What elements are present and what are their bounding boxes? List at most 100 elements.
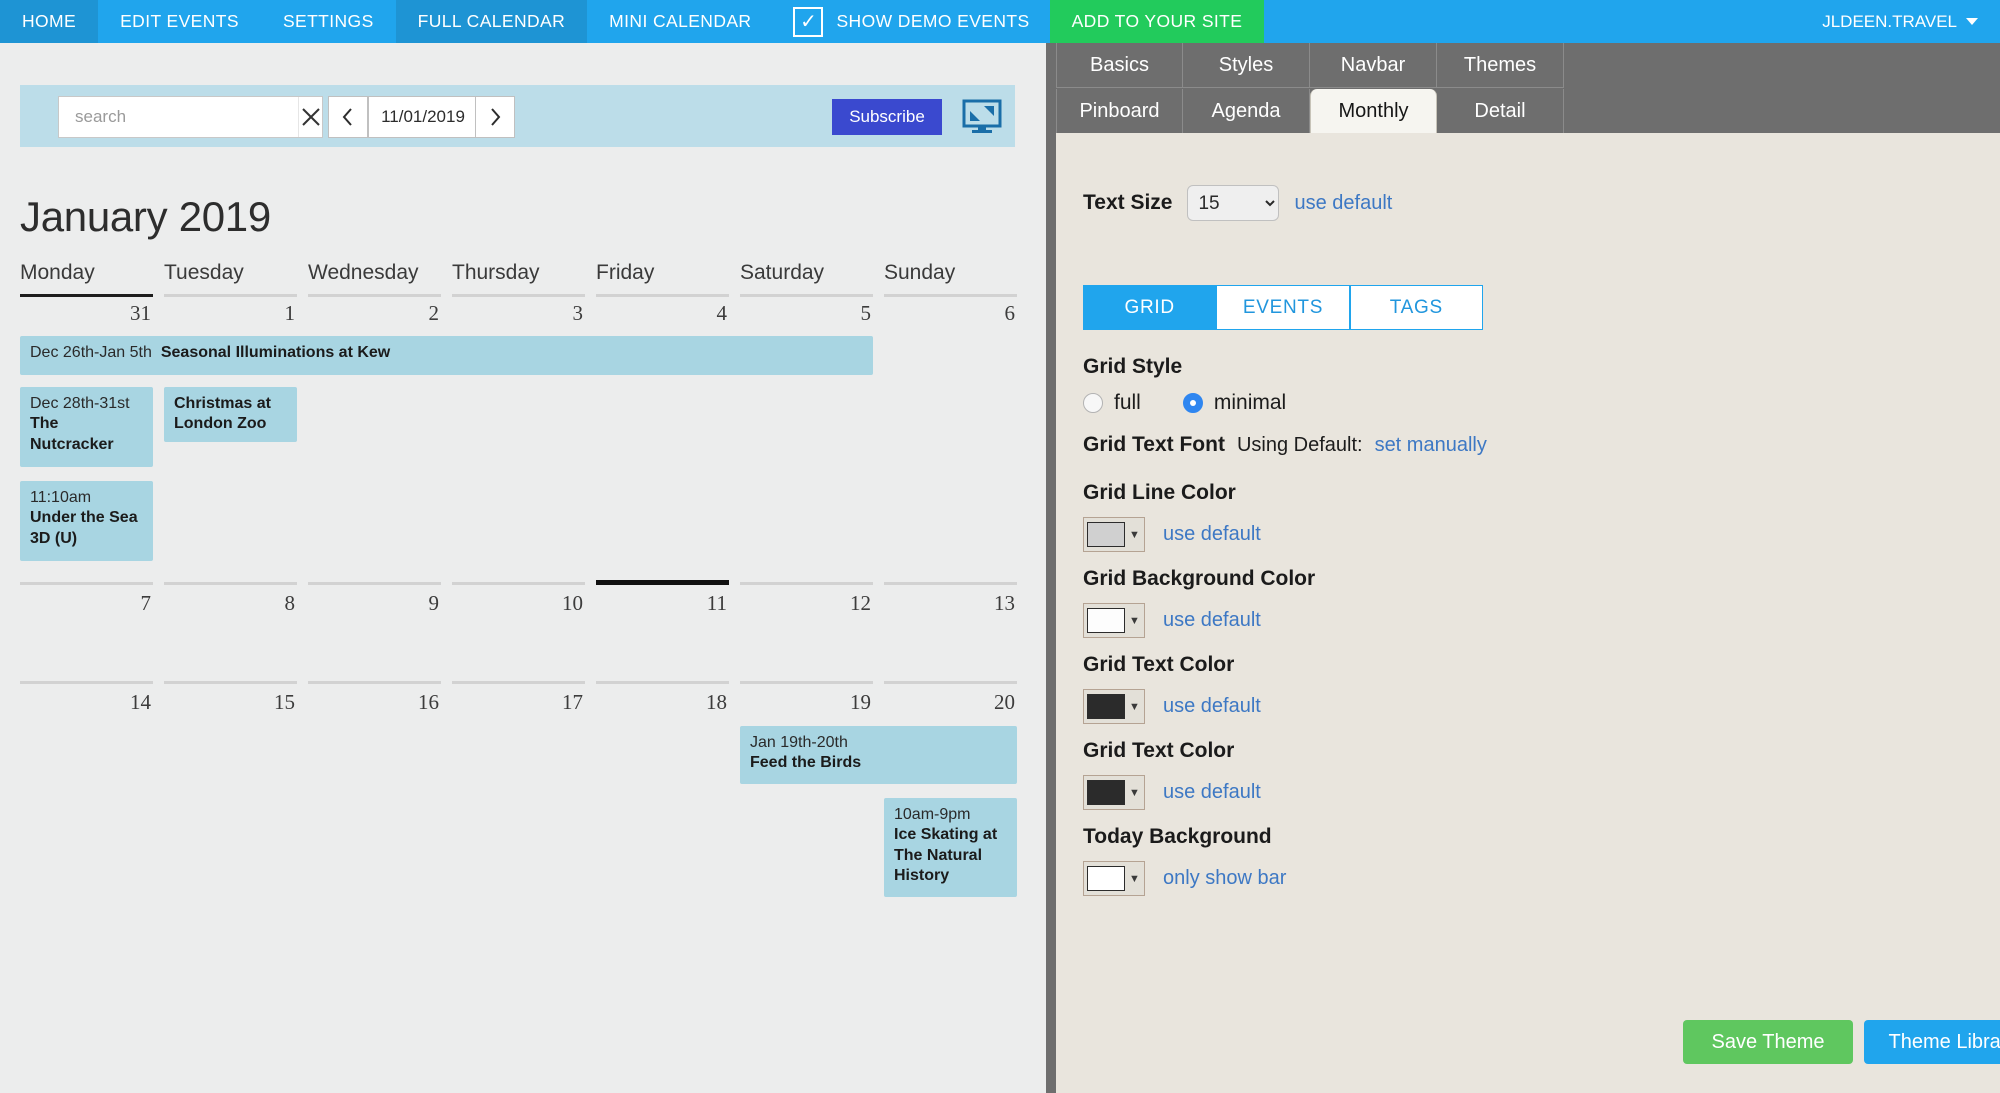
nav-item-edit-events[interactable]: EDIT EVENTS <box>98 0 261 43</box>
segment-tags[interactable]: TAGS <box>1350 285 1483 330</box>
radio-grid-style-minimal[interactable]: minimal <box>1183 391 1286 415</box>
grid-line-color-use-default-link[interactable]: use default <box>1163 523 1261 546</box>
tab-label: Styles <box>1219 54 1273 77</box>
calendar-event[interactable]: 10am-9pm Ice Skating at The Natural Hist… <box>884 798 1017 897</box>
checkbox-checked-icon[interactable]: ✓ <box>793 7 823 37</box>
cell-rule <box>596 681 729 684</box>
nav-item-home[interactable]: HOME <box>0 0 98 43</box>
day-number: 14 <box>130 690 151 715</box>
today-background-label-row: Today Background <box>1083 825 1272 849</box>
day-number: 31 <box>130 301 151 326</box>
tab-agenda[interactable]: Agenda <box>1183 89 1310 134</box>
event-title: Christmas at London Zoo <box>174 394 287 435</box>
grid-style-label: Grid Style <box>1083 355 1182 379</box>
theme-library-button[interactable]: Theme Library <box>1864 1020 2000 1064</box>
search-input[interactable] <box>59 96 298 138</box>
radio-on-icon[interactable] <box>1183 393 1203 413</box>
grid-text-font-set-manually-link[interactable]: set manually <box>1375 434 1487 457</box>
grid-text-color-secondary-label: Grid Text Color <box>1083 739 1234 763</box>
dayname-sunday: Sunday <box>884 261 955 285</box>
day-number: 16 <box>418 690 439 715</box>
tab-pinboard[interactable]: Pinboard <box>1056 89 1183 134</box>
dayname-rule <box>884 294 1017 297</box>
event-title: Seasonal Illuminations at Kew <box>161 344 390 361</box>
calendar-event[interactable]: Christmas at London Zoo <box>164 387 297 442</box>
radio-grid-style-full[interactable]: full <box>1083 391 1141 415</box>
panel-footer: Save Theme Theme Library <box>1056 1003 2000 1093</box>
tab-monthly[interactable]: Monthly <box>1310 89 1437 134</box>
fullscreen-monitor-icon[interactable] <box>960 96 1004 136</box>
chevron-down-icon: ▼ <box>1125 701 1144 713</box>
dayname-tuesday: Tuesday <box>164 261 244 285</box>
grid-line-color-picker[interactable]: ▼ <box>1083 517 1145 552</box>
add-to-your-site-button[interactable]: ADD TO YOUR SITE <box>1050 0 1265 43</box>
dayname-rule <box>308 294 441 297</box>
tab-themes[interactable]: Themes <box>1437 43 1564 88</box>
grid-text-font-row: Grid Text Font Using Default: set manual… <box>1083 433 1487 457</box>
day-number: 5 <box>861 301 872 326</box>
nav-item-label: HOME <box>22 11 76 32</box>
text-size-use-default-link[interactable]: use default <box>1294 192 1392 215</box>
calendar-event[interactable]: Dec 28th-31st The Nutcracker <box>20 387 153 467</box>
search-box[interactable] <box>58 96 323 138</box>
grid-text-color-use-default-link[interactable]: use default <box>1163 695 1261 718</box>
segment-events[interactable]: EVENTS <box>1216 285 1349 330</box>
save-theme-button[interactable]: Save Theme <box>1683 1020 1853 1064</box>
show-demo-events-toggle[interactable]: ✓ SHOW DEMO EVENTS <box>773 0 1049 43</box>
event-time: 10am-9pm <box>894 805 1007 825</box>
tab-navbar[interactable]: Navbar <box>1310 43 1437 88</box>
cell-rule <box>884 582 1017 585</box>
tab-basics[interactable]: Basics <box>1056 43 1183 88</box>
account-label: JLDEEN.TRAVEL <box>1822 12 1957 32</box>
grid-text-color-secondary-picker[interactable]: ▼ <box>1083 775 1145 810</box>
show-demo-events-label: SHOW DEMO EVENTS <box>836 11 1029 32</box>
today-background-row: ▼ only show bar <box>1083 861 1286 896</box>
day-number: 11 <box>707 591 727 616</box>
today-background-color-picker[interactable]: ▼ <box>1083 861 1145 896</box>
grid-line-color-label-row: Grid Line Color <box>1083 481 1236 505</box>
event-time: Dec 28th-31st <box>30 394 143 414</box>
grid-text-color-secondary-use-default-link[interactable]: use default <box>1163 781 1261 804</box>
grid-text-color-label: Grid Text Color <box>1083 653 1234 677</box>
grid-background-color-picker[interactable]: ▼ <box>1083 603 1145 638</box>
nav-item-label: MINI CALENDAR <box>609 11 751 32</box>
calendar-event[interactable]: Dec 26th-Jan 5th Seasonal Illuminations a… <box>20 336 873 375</box>
day-number: 8 <box>285 591 296 616</box>
top-navbar: HOME EDIT EVENTS SETTINGS FULL CALENDAR … <box>0 0 2000 43</box>
day-number: 15 <box>274 690 295 715</box>
cell-rule <box>740 681 873 684</box>
nav-item-mini-calendar[interactable]: MINI CALENDAR <box>587 0 773 43</box>
subscribe-button[interactable]: Subscribe <box>832 99 942 135</box>
grid-background-color-use-default-link[interactable]: use default <box>1163 609 1261 632</box>
tab-label: Basics <box>1090 54 1149 77</box>
cell-rule <box>164 582 297 585</box>
nav-item-settings[interactable]: SETTINGS <box>261 0 396 43</box>
grid-background-color-label-row: Grid Background Color <box>1083 567 1315 591</box>
day-name-header-row: Monday Tuesday Wednesday Thursday Friday… <box>20 261 1016 297</box>
prev-month-button[interactable] <box>328 96 368 138</box>
tab-styles[interactable]: Styles <box>1183 43 1310 88</box>
date-input[interactable]: 11/01/2019 <box>368 96 478 138</box>
dayname-rule <box>20 294 153 297</box>
segment-grid[interactable]: GRID <box>1083 285 1216 330</box>
text-size-select[interactable]: 15 <box>1187 185 1279 221</box>
nav-item-full-calendar[interactable]: FULL CALENDAR <box>396 0 588 43</box>
account-menu[interactable]: JLDEEN.TRAVEL <box>1800 0 2000 43</box>
event-time: Dec 26th-Jan 5th <box>30 344 152 361</box>
calendar-event[interactable]: Jan 19th-20th Feed the Birds <box>740 726 1017 784</box>
date-value: 11/01/2019 <box>381 107 465 127</box>
tab-label: Agenda <box>1212 100 1281 123</box>
theme-library-label: Theme Library <box>1889 1031 2000 1054</box>
day-number: 18 <box>706 690 727 715</box>
today-background-only-show-bar-link[interactable]: only show bar <box>1163 867 1286 890</box>
color-swatch <box>1087 780 1125 805</box>
dayname-rule <box>740 294 873 297</box>
calendar-event[interactable]: 11:10am Under the Sea 3D (U) <box>20 481 153 561</box>
next-month-button[interactable] <box>475 96 515 138</box>
radio-off-icon[interactable] <box>1083 393 1103 413</box>
close-x-icon[interactable] <box>298 97 322 137</box>
day-number: 1 <box>285 301 296 326</box>
tab-detail[interactable]: Detail <box>1437 89 1564 134</box>
grid-text-color-picker[interactable]: ▼ <box>1083 689 1145 724</box>
grid-line-color-row: ▼ use default <box>1083 517 1261 552</box>
